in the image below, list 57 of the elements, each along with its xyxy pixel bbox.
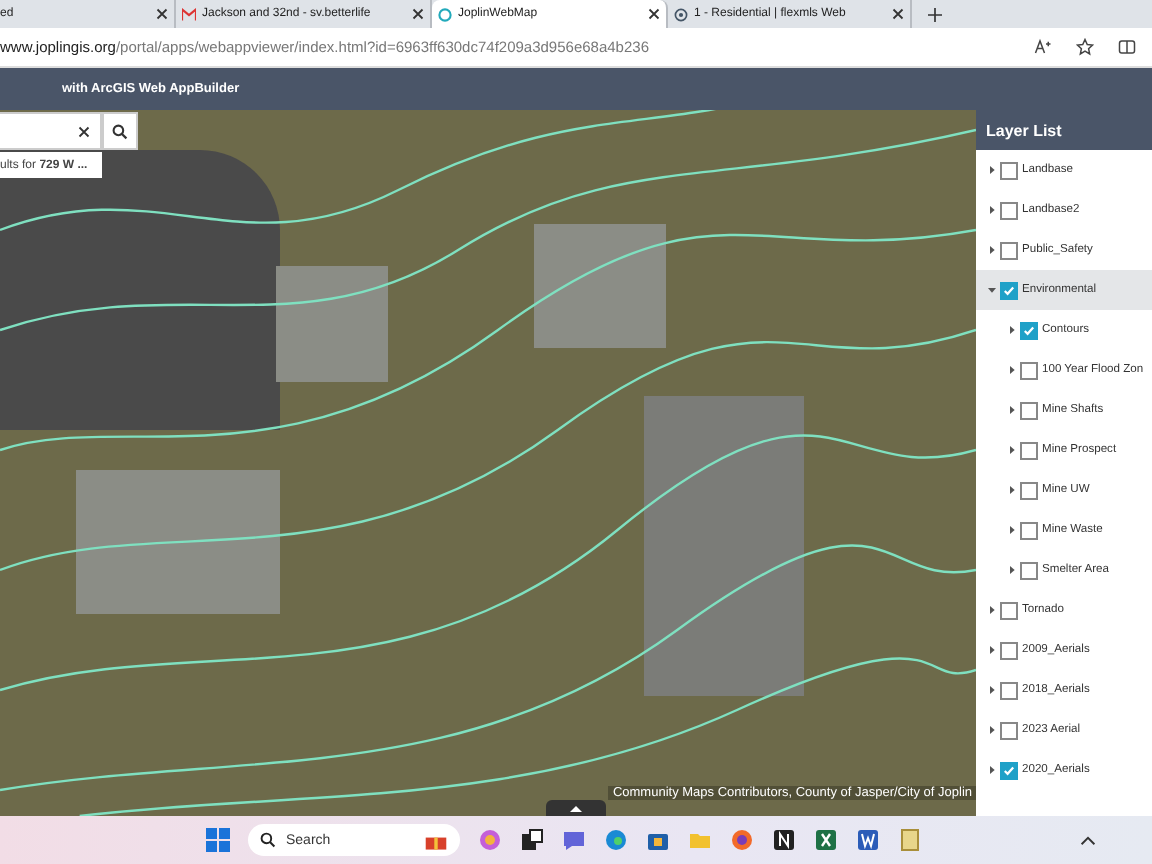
caret-icon[interactable]: [1008, 406, 1016, 414]
layer-checkbox[interactable]: [1020, 561, 1038, 579]
layer-checkbox[interactable]: [1000, 161, 1018, 179]
layer-checkbox[interactable]: [1020, 481, 1038, 499]
caret-icon[interactable]: [988, 246, 996, 254]
close-icon[interactable]: [648, 8, 660, 20]
layer-checkbox[interactable]: [1000, 641, 1018, 659]
panel-title: Layer List: [976, 110, 1152, 150]
read-aloud-icon[interactable]: [1034, 38, 1052, 56]
layer-checkbox[interactable]: [1000, 761, 1018, 779]
chat-icon[interactable]: [562, 828, 586, 852]
caret-icon[interactable]: [1008, 486, 1016, 494]
expand-button[interactable]: [546, 800, 606, 816]
layer-checkbox[interactable]: [1000, 241, 1018, 259]
caret-icon[interactable]: [988, 726, 996, 734]
task-view-icon[interactable]: [520, 828, 544, 852]
layer-checkbox[interactable]: [1000, 721, 1018, 739]
document-icon[interactable]: [898, 828, 922, 852]
new-tab-icon[interactable]: [928, 7, 942, 21]
layer-checkbox[interactable]: [1020, 441, 1038, 459]
chevron-up-icon[interactable]: [1080, 835, 1096, 845]
caret-icon[interactable]: [1008, 566, 1016, 574]
split-screen-icon[interactable]: [1118, 38, 1136, 56]
caret-icon[interactable]: [988, 606, 996, 614]
building-roof: [276, 266, 388, 382]
layer-checkbox[interactable]: [1000, 281, 1018, 299]
layer-checkbox[interactable]: [1000, 681, 1018, 699]
layer-checkbox[interactable]: [1000, 201, 1018, 219]
building-roof: [534, 224, 666, 348]
store-icon[interactable]: [646, 828, 670, 852]
layer-checkbox[interactable]: [1000, 601, 1018, 619]
mail-icon: [182, 7, 196, 21]
search-field[interactable]: [0, 112, 102, 150]
search-button[interactable]: [102, 112, 138, 150]
caret-icon[interactable]: [1008, 366, 1016, 374]
close-icon[interactable]: [892, 8, 904, 20]
layer-checkbox[interactable]: [1020, 521, 1038, 539]
search-icon: [260, 832, 276, 848]
layer-checkbox[interactable]: [1020, 361, 1038, 379]
windows-icon[interactable]: [206, 828, 230, 852]
close-icon[interactable]: [156, 8, 168, 20]
layer-checkbox[interactable]: [1020, 321, 1038, 339]
caret-icon[interactable]: [988, 646, 996, 654]
caret-icon[interactable]: [988, 206, 996, 214]
caret-icon[interactable]: [988, 166, 996, 174]
caret-icon[interactable]: [988, 766, 996, 774]
search-icon: [112, 123, 128, 139]
star-icon[interactable]: [1076, 38, 1094, 56]
layer-checkbox[interactable]: [1020, 401, 1038, 419]
clear-icon[interactable]: [78, 125, 90, 137]
caret-icon[interactable]: [1008, 326, 1016, 334]
caret-icon[interactable]: [1008, 526, 1016, 534]
close-icon[interactable]: [412, 8, 424, 20]
caret-icon: [570, 805, 582, 811]
caret-icon[interactable]: [988, 686, 996, 694]
caret-icon[interactable]: [988, 286, 996, 294]
caret-icon[interactable]: [1008, 446, 1016, 454]
